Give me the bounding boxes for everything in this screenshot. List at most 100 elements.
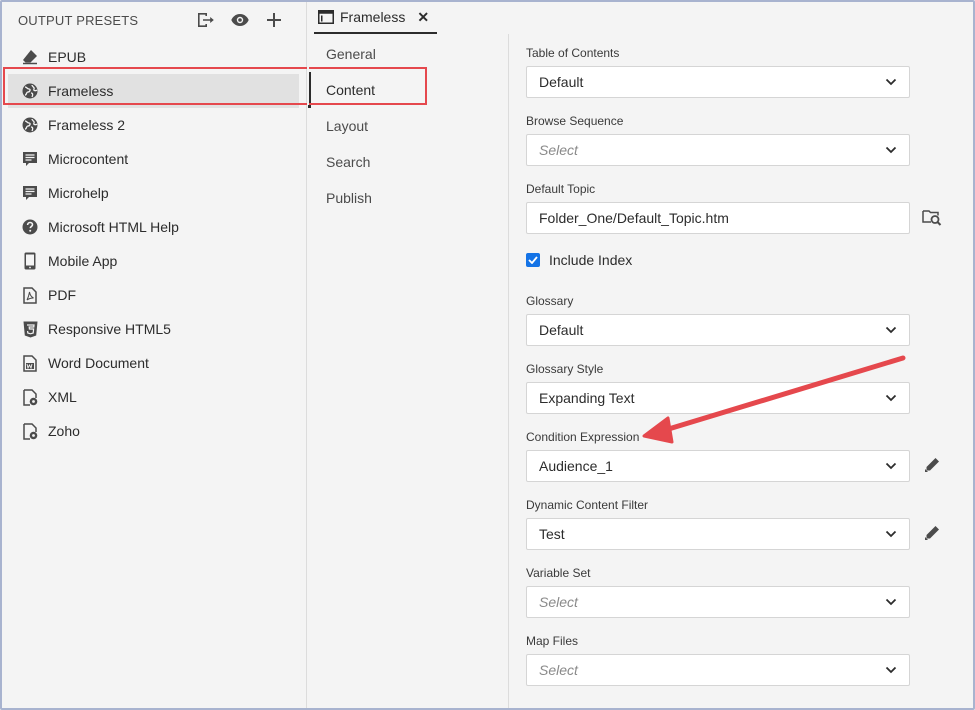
preset-item-microsoft-html-help[interactable]: Microsoft HTML Help xyxy=(2,210,307,244)
preset-item-mobile-app[interactable]: Mobile App xyxy=(2,244,307,278)
preset-item-microhelp[interactable]: Microhelp xyxy=(2,176,307,210)
section-general[interactable]: General xyxy=(308,36,508,72)
variable-set-select[interactable]: Select xyxy=(526,586,910,618)
chevron-down-icon xyxy=(885,530,897,538)
glossary-select[interactable]: Default xyxy=(526,314,910,346)
chevron-down-icon xyxy=(885,462,897,470)
preset-label: Mobile App xyxy=(48,253,118,269)
chevron-down-icon xyxy=(885,666,897,674)
chevron-down-icon xyxy=(885,146,897,154)
pencil-icon xyxy=(925,458,939,472)
condition-expression-label: Condition Expression xyxy=(526,430,640,444)
add-preset-button[interactable] xyxy=(263,10,285,30)
edit-filter-button[interactable] xyxy=(920,521,944,545)
glossary-style-value: Expanding Text xyxy=(539,390,635,406)
editor-tabstrip: Frameless ✕ xyxy=(308,2,973,34)
include-index-label: Include Index xyxy=(549,252,633,268)
tab-frameless[interactable]: Frameless ✕ xyxy=(314,2,438,34)
preset-item-epub[interactable]: EPUB xyxy=(2,40,307,74)
map-files-label: Map Files xyxy=(526,634,579,648)
word-file-icon xyxy=(20,353,40,373)
preset-label: Frameless 2 xyxy=(48,117,126,133)
browse-topic-button[interactable] xyxy=(920,205,944,229)
map-files-value: Select xyxy=(539,662,578,678)
pdf-file-icon xyxy=(20,285,40,305)
preset-label: XML xyxy=(48,389,77,405)
glossary-field: Glossary Default xyxy=(526,294,910,346)
include-index-checkbox[interactable]: Include Index xyxy=(526,252,632,268)
preset-item-microcontent[interactable]: Microcontent xyxy=(2,142,307,176)
preset-list: EPUB Frameless Frameless 2 Microcontent … xyxy=(2,40,307,448)
preset-item-word-document[interactable]: Word Document xyxy=(2,346,307,380)
preview-button[interactable] xyxy=(229,10,251,30)
mobile-phone-icon xyxy=(20,251,40,271)
document-lines-icon xyxy=(20,183,40,203)
section-search[interactable]: Search xyxy=(308,144,508,180)
section-layout[interactable]: Layout xyxy=(308,108,508,144)
toc-select[interactable]: Default xyxy=(526,66,910,98)
checkbox-checked[interactable] xyxy=(526,253,540,267)
browse-sequence-field: Browse Sequence Select xyxy=(526,114,910,166)
condition-expression-field: Condition Expression Audience_1 xyxy=(526,430,939,482)
browse-sequence-select[interactable]: Select xyxy=(526,134,910,166)
glossary-style-field: Glossary Style Expanding Text xyxy=(526,362,910,414)
eraser-icon xyxy=(20,47,40,67)
default-topic-field: Default Topic xyxy=(526,182,942,234)
condition-expression-value: Audience_1 xyxy=(539,458,613,474)
map-files-select[interactable]: Select xyxy=(526,654,910,686)
preset-label: Microcontent xyxy=(48,151,129,167)
question-circle-icon xyxy=(20,217,40,237)
preset-item-responsive-html5[interactable]: Responsive HTML5 xyxy=(2,312,307,346)
plus-icon xyxy=(267,13,281,27)
glossary-value: Default xyxy=(539,322,584,338)
browse-sequence-value: Select xyxy=(539,142,578,158)
panel-title: OUTPUT PRESETS xyxy=(18,13,139,28)
preset-label: Responsive HTML5 xyxy=(48,321,171,337)
window-icon xyxy=(318,10,334,24)
default-topic-input[interactable] xyxy=(526,202,910,234)
glossary-style-select[interactable]: Expanding Text xyxy=(526,382,910,414)
file-gear-icon xyxy=(20,387,40,407)
section-nav: General Content Layout Search Publish xyxy=(308,34,509,708)
condition-expression-select[interactable]: Audience_1 xyxy=(526,450,910,482)
content-settings-form: Table of Contents Default Browse Sequenc… xyxy=(510,34,973,708)
variable-set-value: Select xyxy=(539,594,578,610)
preset-item-pdf[interactable]: PDF xyxy=(2,278,307,312)
preset-label: Microsoft HTML Help xyxy=(48,219,179,235)
preset-label: Zoho xyxy=(48,423,80,439)
dynamic-content-filter-select[interactable]: Test xyxy=(526,518,910,550)
chevron-down-icon xyxy=(885,598,897,606)
chevron-down-icon xyxy=(885,78,897,86)
preset-item-frameless-2[interactable]: Frameless 2 xyxy=(2,108,307,142)
toc-field: Table of Contents Default xyxy=(526,46,910,98)
dynamic-content-filter-field: Dynamic Content Filter Test xyxy=(526,498,939,550)
tab-label: Frameless xyxy=(340,9,406,25)
preset-item-xml[interactable]: XML xyxy=(2,380,307,414)
preset-label: PDF xyxy=(48,287,76,303)
glossary-label: Glossary xyxy=(526,294,574,308)
dynamic-content-filter-label: Dynamic Content Filter xyxy=(526,498,649,512)
folder-search-icon xyxy=(922,210,942,226)
edit-condition-button[interactable] xyxy=(920,453,944,477)
document-lines-icon xyxy=(20,149,40,169)
section-content[interactable]: Content xyxy=(308,72,508,108)
default-topic-label: Default Topic xyxy=(526,182,596,196)
close-tab-icon[interactable]: ✕ xyxy=(417,9,429,26)
pencil-icon xyxy=(925,526,939,540)
variable-set-field: Variable Set Select xyxy=(526,566,910,618)
section-publish[interactable]: Publish xyxy=(308,180,508,216)
preset-label: Frameless xyxy=(48,83,114,99)
output-presets-panel: OUTPUT PRESETS EPUB Frameless Frameless … xyxy=(2,2,307,708)
chevron-down-icon xyxy=(885,394,897,402)
globe-icon xyxy=(20,81,40,101)
glossary-style-label: Glossary Style xyxy=(526,362,604,376)
map-files-field: Map Files Select xyxy=(526,634,910,686)
browse-sequence-label: Browse Sequence xyxy=(526,114,624,128)
export-button[interactable] xyxy=(195,10,217,30)
panel-toolbar xyxy=(195,10,285,30)
checkmark-icon xyxy=(528,256,538,264)
preset-item-zoho[interactable]: Zoho xyxy=(2,414,307,448)
dynamic-content-filter-value: Test xyxy=(539,526,565,542)
preset-item-frameless[interactable]: Frameless xyxy=(8,74,299,108)
export-icon xyxy=(198,13,214,27)
